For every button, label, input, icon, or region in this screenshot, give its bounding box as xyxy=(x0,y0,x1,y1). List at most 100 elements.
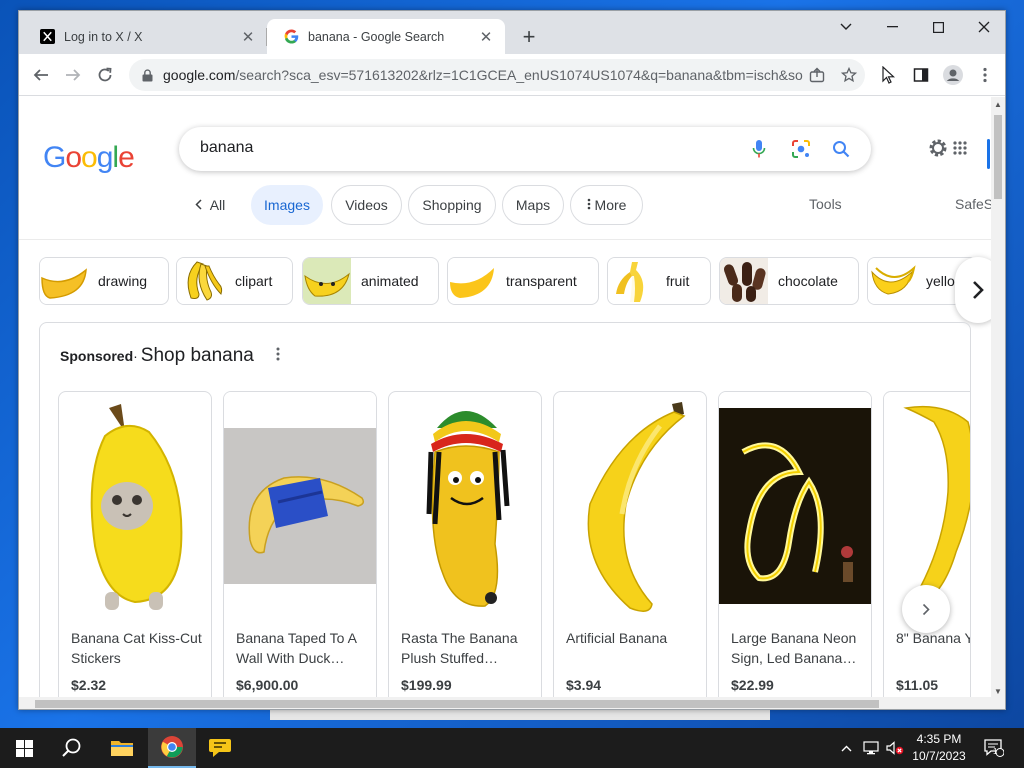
lens-camera-icon[interactable] xyxy=(789,137,813,161)
url-host: google.com xyxy=(163,67,236,83)
chrome-menu-icon[interactable] xyxy=(973,63,997,87)
windows-start-icon[interactable] xyxy=(0,728,48,768)
suggestion-chip-transparent[interactable]: transparent xyxy=(447,257,599,305)
product-card[interactable]: Artificial Banana $3.94 xyxy=(553,391,707,697)
tab-label: Videos xyxy=(345,197,388,213)
reload-icon[interactable] xyxy=(93,63,117,87)
chat-app-icon[interactable] xyxy=(196,728,244,768)
product-card[interactable]: Banana Cat Kiss-Cut Stickers $2.32 xyxy=(58,391,212,697)
sign-in-button-edge[interactable] xyxy=(987,139,990,169)
tab-title: Log in to X / X xyxy=(64,29,143,44)
bookmark-star-icon[interactable] xyxy=(839,65,859,85)
microphone-icon[interactable] xyxy=(747,137,771,161)
tab-maps[interactable]: Maps xyxy=(502,185,564,225)
chevron-left-icon xyxy=(195,197,202,213)
search-icon[interactable] xyxy=(829,137,853,161)
suggestion-chip-drawing[interactable]: drawing xyxy=(39,257,169,305)
product-price: $2.32 xyxy=(71,677,107,693)
chevron-right-icon xyxy=(922,603,930,615)
google-g-icon xyxy=(283,29,299,45)
suggestion-label: drawing xyxy=(98,273,148,289)
products-next-button[interactable] xyxy=(902,585,950,633)
tab-label: Maps xyxy=(515,197,551,213)
suggestion-thumbnail xyxy=(448,258,496,304)
google-logo[interactable]: Google xyxy=(43,141,135,175)
suggestion-thumbnail xyxy=(608,258,656,304)
chevron-right-icon xyxy=(973,281,984,299)
product-card[interactable]: Large Banana Neon Sign, Led Banana… $22.… xyxy=(718,391,872,697)
tab-search-chevron-icon[interactable] xyxy=(831,15,861,39)
scroll-down-arrow-icon[interactable]: ▼ xyxy=(994,687,1002,696)
tab-title: banana - Google Search xyxy=(308,29,445,44)
side-panel-icon[interactable] xyxy=(909,63,933,87)
kebab-icon xyxy=(587,197,591,213)
volume-muted-icon[interactable] xyxy=(884,728,906,768)
browser-toolbar: google.com/search?sca_esv=571613202&rlz=… xyxy=(19,54,1005,96)
horizontal-scrollbar[interactable] xyxy=(19,697,1005,709)
suggestion-chip-animated[interactable]: animated xyxy=(302,257,439,305)
scroll-up-arrow-icon[interactable]: ▲ xyxy=(994,100,1002,109)
maximize-button[interactable] xyxy=(923,15,953,39)
product-price: $199.99 xyxy=(401,677,452,693)
windows-taskbar: 4:35 PM 10/7/2023 1 xyxy=(0,728,1024,768)
product-image-rasta-banana xyxy=(389,392,541,620)
search-query-text[interactable]: banana xyxy=(200,139,253,157)
tab-label: Shopping xyxy=(422,197,482,213)
tab-all[interactable]: All xyxy=(187,185,233,225)
tab-images[interactable]: Images xyxy=(251,185,323,225)
tab-more[interactable]: More xyxy=(570,185,643,225)
new-tab-button[interactable]: + xyxy=(517,24,541,49)
url-path: /search?sca_esv=571613202&rlz=1C1GCEA_en… xyxy=(235,67,803,83)
close-tab-icon[interactable]: ✕ xyxy=(477,28,495,46)
search-box[interactable]: banana xyxy=(179,127,871,171)
suggestion-thumbnail xyxy=(40,258,88,304)
product-price: $3.94 xyxy=(566,677,602,693)
suggestion-chip-chocolate[interactable]: chocolate xyxy=(719,257,859,305)
forward-arrow-icon[interactable] xyxy=(61,63,85,87)
tab-x-login[interactable]: Log in to X / X ✕ xyxy=(23,19,267,54)
taskbar-search-icon[interactable] xyxy=(48,728,96,768)
show-hidden-icons-chevron-icon[interactable] xyxy=(836,728,856,768)
tab-label: More xyxy=(594,197,627,213)
tab-shopping[interactable]: Shopping xyxy=(408,185,496,225)
suggestion-chip-fruit[interactable]: fruit xyxy=(607,257,711,305)
taskbar-clock[interactable]: 4:35 PM 10/7/2023 xyxy=(906,731,972,765)
clock-time: 4:35 PM xyxy=(916,732,962,746)
network-icon[interactable] xyxy=(860,728,882,768)
lock-icon[interactable] xyxy=(142,68,154,82)
scrollbar-thumb[interactable] xyxy=(994,115,1002,199)
chrome-window: Log in to X / X ✕ banana - Google Search… xyxy=(18,10,1006,710)
sponsored-label: Sponsored xyxy=(60,348,134,364)
product-card[interactable]: Banana Taped To A Wall With Duck… $6,900… xyxy=(223,391,377,697)
share-icon[interactable] xyxy=(807,65,827,85)
close-window-button[interactable] xyxy=(969,15,999,39)
tab-strip: Log in to X / X ✕ banana - Google Search… xyxy=(19,11,1005,54)
notifications-icon[interactable]: 1 xyxy=(980,728,1008,768)
chrome-taskbar-icon[interactable] xyxy=(148,728,196,768)
safesearch-button[interactable]: SafeS xyxy=(955,196,991,212)
suggestion-label: clipart xyxy=(235,273,273,289)
product-image-banana-cat xyxy=(59,392,211,620)
tab-videos[interactable]: Videos xyxy=(331,185,402,225)
tools-button[interactable]: Tools xyxy=(809,196,842,212)
suggestion-chip-clipart[interactable]: clipart xyxy=(176,257,293,305)
back-arrow-icon[interactable] xyxy=(29,63,53,87)
extension-cursor-icon[interactable] xyxy=(877,63,901,87)
header-divider xyxy=(19,239,991,240)
suggestions-next-button[interactable] xyxy=(955,257,991,323)
scrollbar-thumb[interactable] xyxy=(35,700,879,708)
tab-google-search[interactable]: banana - Google Search ✕ xyxy=(267,19,505,54)
product-card[interactable]: Rasta The Banana Plush Stuffed… $199.99 xyxy=(388,391,542,697)
product-price: $6,900.00 xyxy=(236,677,299,693)
address-bar[interactable]: google.com/search?sca_esv=571613202&rlz=… xyxy=(129,59,865,91)
close-tab-icon[interactable]: ✕ xyxy=(239,28,257,46)
vertical-scrollbar[interactable]: ▲ ▼ xyxy=(991,97,1005,697)
more-options-icon[interactable] xyxy=(270,345,286,363)
minimize-button[interactable] xyxy=(877,15,907,39)
file-explorer-icon[interactable] xyxy=(98,728,146,768)
sponsored-shopping-section: Sponsored · Shop banana Banana Cat Kiss-… xyxy=(39,322,971,697)
x-logo-icon xyxy=(39,29,55,45)
profile-avatar-icon[interactable] xyxy=(941,63,965,87)
product-card[interactable]: 8" Banana Y Pkg/12 $11.05 xyxy=(883,391,970,697)
apps-grid-icon[interactable] xyxy=(945,133,975,163)
